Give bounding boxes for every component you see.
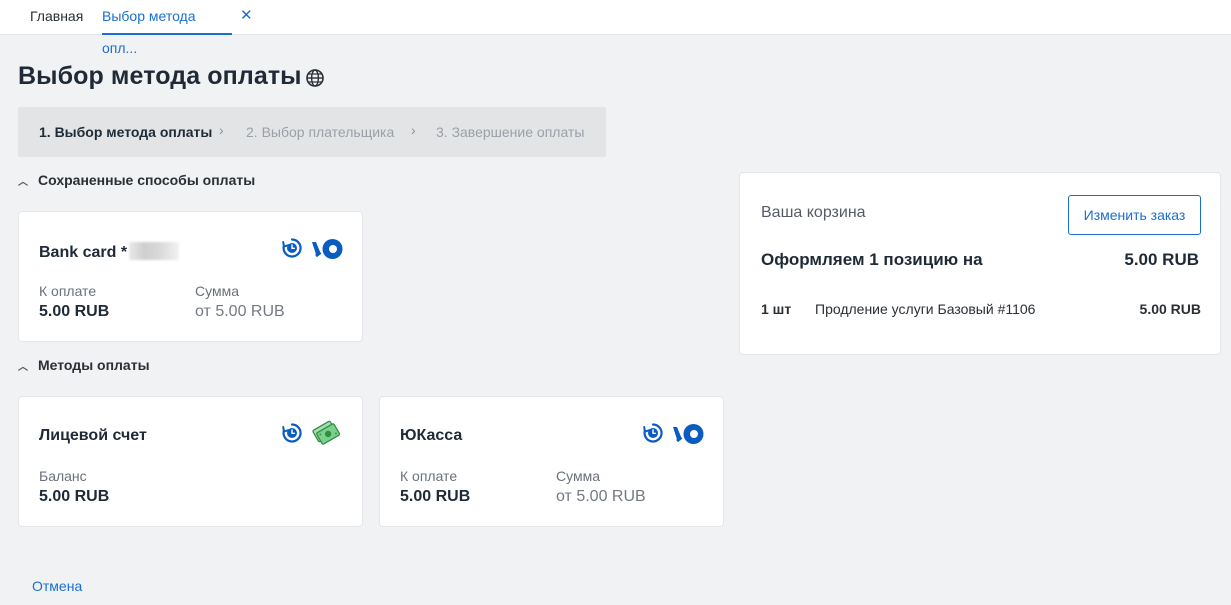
pay-label: К оплате bbox=[400, 468, 458, 484]
card-title: Bank card * bbox=[39, 242, 180, 262]
pay-label: К оплате bbox=[39, 283, 97, 299]
cart-item-price: 5.00 RUB bbox=[1139, 301, 1201, 317]
tab-payment-method[interactable]: Выбор метода опл... bbox=[102, 0, 232, 56]
personal-account-card[interactable]: Лицевой счет Баланс 5.00 RUB bbox=[18, 396, 363, 527]
cart-total: 5.00 RUB bbox=[1124, 250, 1199, 269]
change-order-button[interactable]: Изменить заказ bbox=[1068, 195, 1201, 235]
balance-value: 5.00 RUB bbox=[39, 488, 110, 505]
card-title: Лицевой счет bbox=[39, 427, 147, 444]
methods-title: Методы оплаты bbox=[38, 357, 150, 373]
yookassa-logo-icon bbox=[673, 424, 704, 444]
step-3: 3. Завершение оплаты bbox=[436, 124, 585, 140]
tab-home[interactable]: Главная bbox=[30, 0, 83, 35]
step-1: 1. Выбор метода оплаты bbox=[39, 124, 213, 140]
cart-summary: Оформляем 1 позицию на bbox=[761, 250, 983, 269]
cart-item-qty: 1 шт bbox=[761, 301, 792, 317]
saved-bank-card[interactable]: Bank card * К оплате 5.00 RUB Сумма от 5… bbox=[18, 211, 363, 342]
sum-label: Сумма bbox=[556, 468, 600, 484]
page-title: Выбор метода оплаты bbox=[18, 62, 302, 90]
clock-icon bbox=[282, 423, 302, 443]
sum-label: Сумма bbox=[195, 283, 239, 299]
close-tab-icon[interactable]: ✕ bbox=[240, 8, 253, 24]
stepper: 1. Выбор метода оплаты › 2. Выбор плател… bbox=[18, 107, 606, 157]
cancel-link[interactable]: Отмена bbox=[32, 578, 82, 594]
balance-label: Баланс bbox=[39, 468, 87, 484]
yookassa-logo-icon bbox=[312, 239, 343, 259]
cart-panel: Ваша корзина Изменить заказ Оформляем 1 … bbox=[739, 172, 1221, 355]
sum-value: от 5.00 RUB bbox=[195, 303, 285, 320]
methods-header[interactable]: ︿ Методы оплаты bbox=[18, 357, 150, 373]
chevron-right-icon: › bbox=[219, 122, 224, 138]
pay-value: 5.00 RUB bbox=[39, 303, 110, 320]
chevron-up-icon: ︿ bbox=[18, 362, 28, 373]
cart-item-name: Продление услуги Базовый #1106 bbox=[815, 301, 1036, 317]
chevron-up-icon: ︿ bbox=[18, 177, 28, 188]
cart-title: Ваша корзина bbox=[761, 204, 866, 221]
chevron-right-icon: › bbox=[411, 122, 416, 138]
card-title: ЮКасса bbox=[400, 427, 463, 444]
yookassa-card[interactable]: ЮКасса К оплате 5.00 RUB Сумма от 5.00 R… bbox=[379, 396, 724, 527]
tab-bar: Главная Выбор метода опл... ✕ bbox=[0, 0, 1231, 56]
clock-icon bbox=[643, 423, 663, 443]
money-icon bbox=[312, 420, 341, 445]
pay-value: 5.00 RUB bbox=[400, 488, 471, 505]
saved-methods-title: Сохраненные способы оплаты bbox=[38, 172, 256, 188]
step-2: 2. Выбор плательщика bbox=[246, 124, 395, 140]
clock-icon bbox=[282, 238, 302, 258]
saved-methods-header[interactable]: ︿ Сохраненные способы оплаты bbox=[18, 172, 255, 188]
sum-value: от 5.00 RUB bbox=[556, 488, 646, 505]
globe-icon[interactable] bbox=[305, 68, 325, 88]
masked-card-number bbox=[129, 242, 180, 260]
